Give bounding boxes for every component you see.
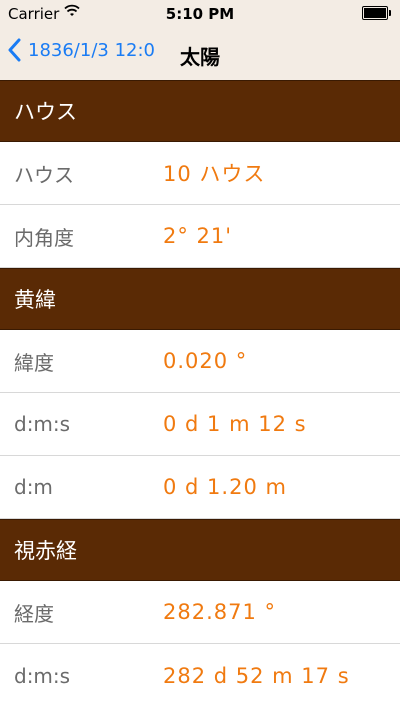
detail-table: ハウス ハウス 10 ハウス 内角度 2° 21' 黄緯 緯度 0.020 ° …	[0, 80, 400, 707]
status-time: 5:10 PM	[165, 5, 235, 23]
row-value: 2° 21'	[163, 224, 233, 248]
row-value: 0.020 °	[163, 349, 248, 373]
row-label: d:m:s	[14, 412, 71, 436]
row-value: 10 ハウス	[163, 162, 266, 186]
top-bar: Carrier 5:10 PM 1836/1/3 12:0 太陽	[0, 0, 400, 81]
table-row[interactable]: 経度 282.871 °	[0, 581, 400, 644]
back-button-label: 1836/1/3 12:0	[28, 39, 155, 61]
table-row[interactable]: d:m 0 d 1.20 m	[0, 456, 400, 519]
table-row[interactable]: 内角度 2° 21'	[0, 205, 400, 268]
section-header-house: ハウス	[0, 80, 400, 142]
section-header-ecliptic-latitude: 黄緯	[0, 268, 400, 330]
section-header-right-ascension: 視赤経	[0, 519, 400, 581]
row-value: 0 d 1 m 12 s	[163, 412, 307, 436]
table-row[interactable]: d:m:s 282 d 52 m 17 s	[0, 644, 400, 707]
table-row[interactable]: 緯度 0.020 °	[0, 330, 400, 393]
chevron-left-icon	[8, 38, 21, 62]
battery-icon	[362, 6, 391, 20]
row-label: d:m:s	[14, 663, 71, 688]
table-row[interactable]: ハウス 10 ハウス	[0, 142, 400, 205]
status-bar: Carrier 5:10 PM	[0, 0, 400, 28]
row-label: ハウス	[14, 162, 74, 187]
row-label: 経度	[14, 601, 54, 626]
row-label: d:m	[14, 475, 53, 499]
row-label: 緯度	[14, 350, 54, 375]
page-title: 太陽	[180, 45, 220, 69]
row-value: 282 d 52 m 17 s	[163, 663, 350, 688]
table-row[interactable]: d:m:s 0 d 1 m 12 s	[0, 393, 400, 456]
row-label: 内角度	[14, 225, 74, 250]
row-value: 282.871 °	[163, 600, 277, 624]
back-button[interactable]: 1836/1/3 12:0	[8, 38, 155, 62]
row-value: 0 d 1.20 m	[163, 475, 287, 499]
navigation-bar: 1836/1/3 12:0 太陽	[0, 28, 400, 80]
